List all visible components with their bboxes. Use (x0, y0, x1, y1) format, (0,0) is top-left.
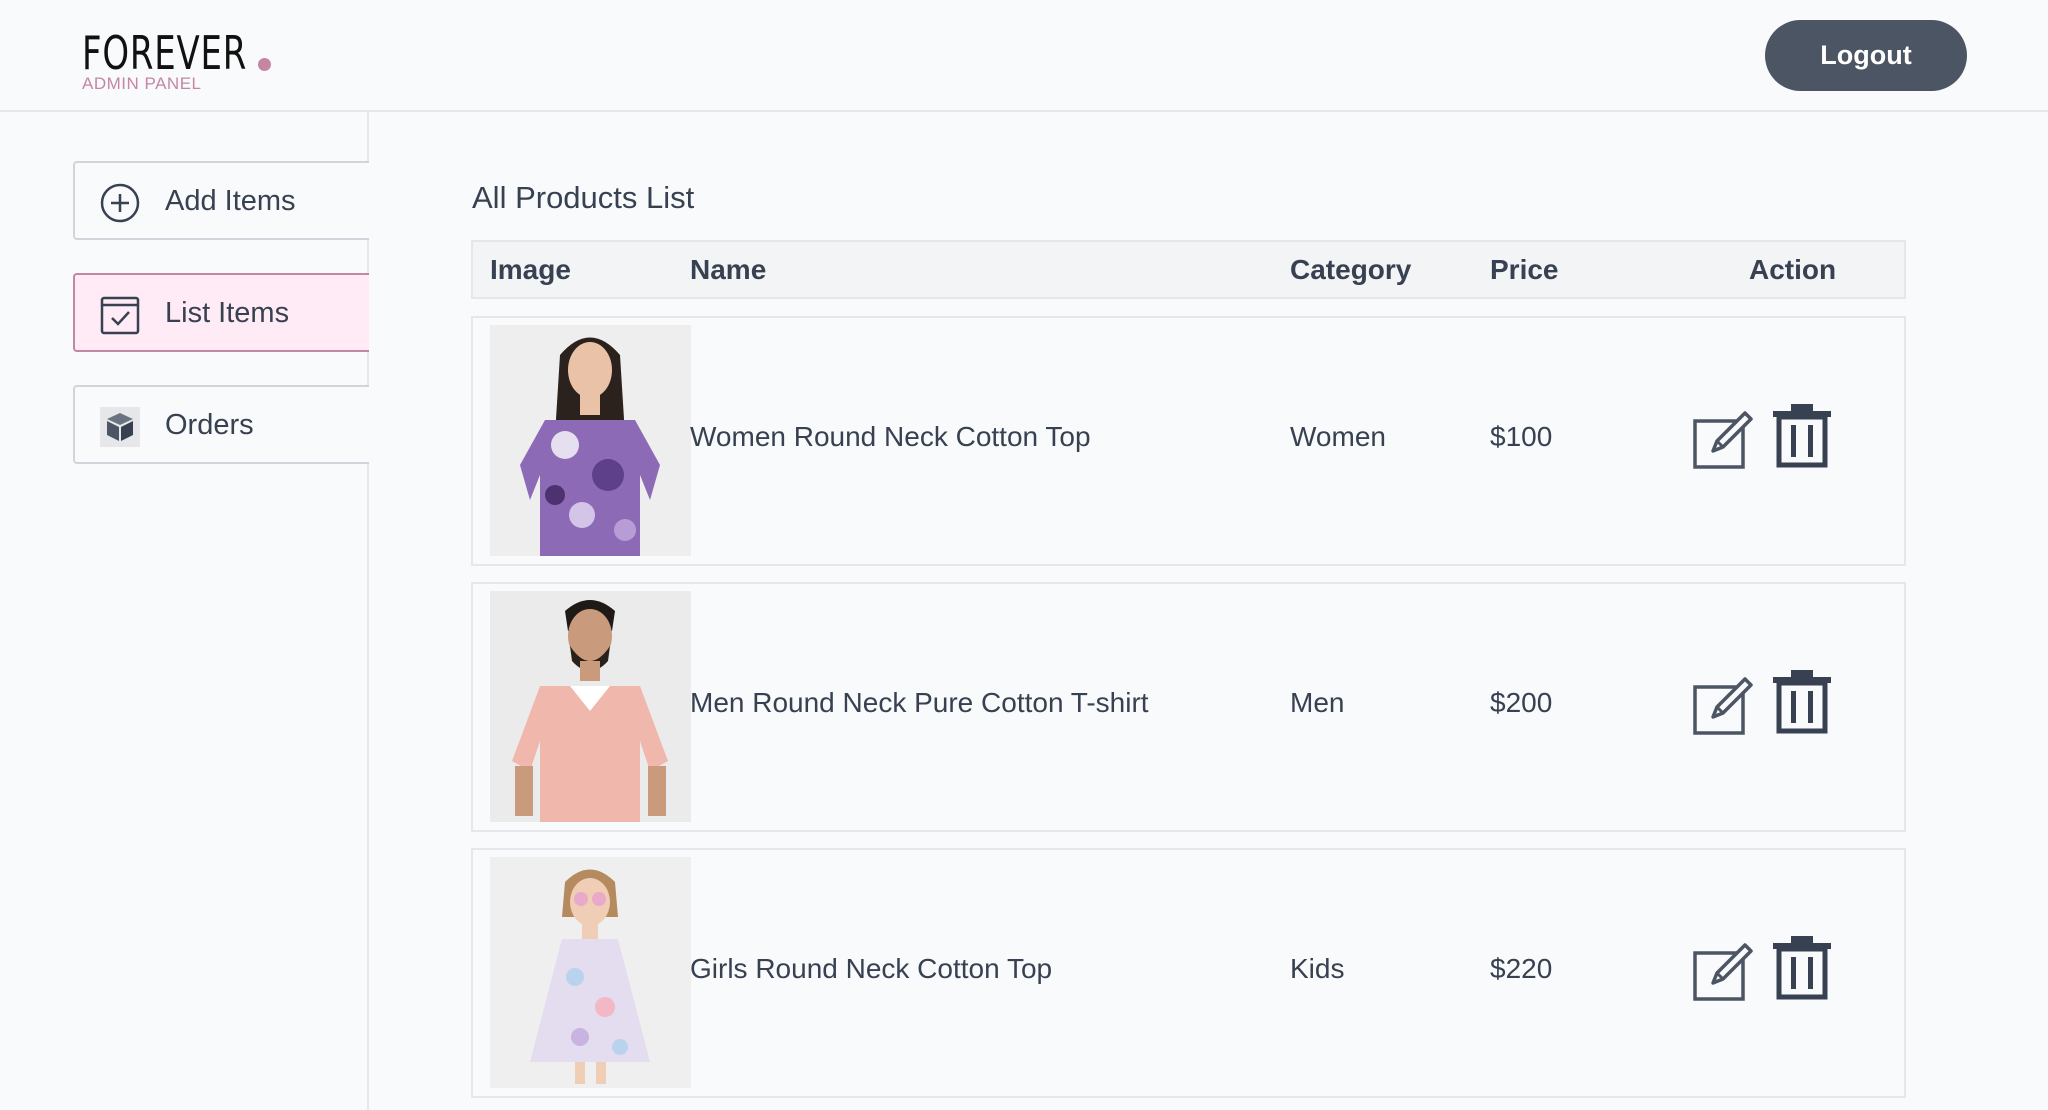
edit-icon[interactable] (1691, 407, 1755, 471)
table-row: Women Round Neck Cotton Top Women $100 (471, 316, 1906, 566)
sidebar-item-add-items[interactable]: Add Items (73, 161, 369, 240)
brand-dot (258, 58, 271, 71)
brand-name: FOREVER (82, 26, 248, 80)
page-title: All Products List (472, 180, 695, 215)
trash-icon[interactable] (1769, 934, 1835, 1000)
sidebar-item-orders[interactable]: Orders (73, 385, 369, 464)
column-header-name: Name (690, 254, 767, 285)
product-category: Women (1290, 421, 1386, 452)
product-image (490, 325, 691, 556)
sidebar-item-list-items[interactable]: List Items (73, 273, 369, 352)
checklist-icon (100, 295, 140, 335)
product-image (490, 591, 691, 822)
table-header: Image Name Category Price Action (471, 240, 1906, 299)
logout-button[interactable]: Logout (1765, 20, 1967, 91)
package-icon (100, 407, 140, 447)
top-header: FOREVER ADMIN PANEL Logout (0, 0, 2048, 112)
edit-icon[interactable] (1691, 939, 1755, 1003)
product-price: $220 (1490, 953, 1553, 984)
column-header-category: Category (1290, 254, 1412, 285)
product-name: Men Round Neck Pure Cotton T-shirt (690, 687, 1149, 718)
product-name: Girls Round Neck Cotton Top (690, 953, 1053, 984)
product-category: Kids (1290, 953, 1345, 984)
product-category: Men (1290, 687, 1345, 718)
plus-circle-icon (100, 183, 140, 223)
sidebar-item-label: Orders (165, 409, 254, 441)
column-header-price: Price (1490, 254, 1559, 285)
product-image (490, 857, 691, 1088)
edit-icon[interactable] (1691, 673, 1755, 737)
sidebar-item-label: Add Items (165, 185, 296, 217)
trash-icon[interactable] (1769, 668, 1835, 734)
column-header-action: Action (1749, 254, 1837, 285)
product-price: $100 (1490, 421, 1553, 452)
sidebar: Add Items List Items Orders (0, 112, 369, 1110)
table-row: Men Round Neck Pure Cotton T-shirt Men $… (471, 582, 1906, 832)
brand-subtitle: ADMIN PANEL (82, 74, 202, 93)
product-name: Women Round Neck Cotton Top (690, 421, 1091, 452)
sidebar-item-label: List Items (165, 297, 290, 329)
brand-logo[interactable]: FOREVER ADMIN PANEL (82, 26, 283, 93)
product-price: $200 (1490, 687, 1553, 718)
trash-icon[interactable] (1769, 402, 1835, 468)
table-row: Girls Round Neck Cotton Top Kids $220 (471, 848, 1906, 1098)
column-header-image: Image (490, 254, 571, 285)
